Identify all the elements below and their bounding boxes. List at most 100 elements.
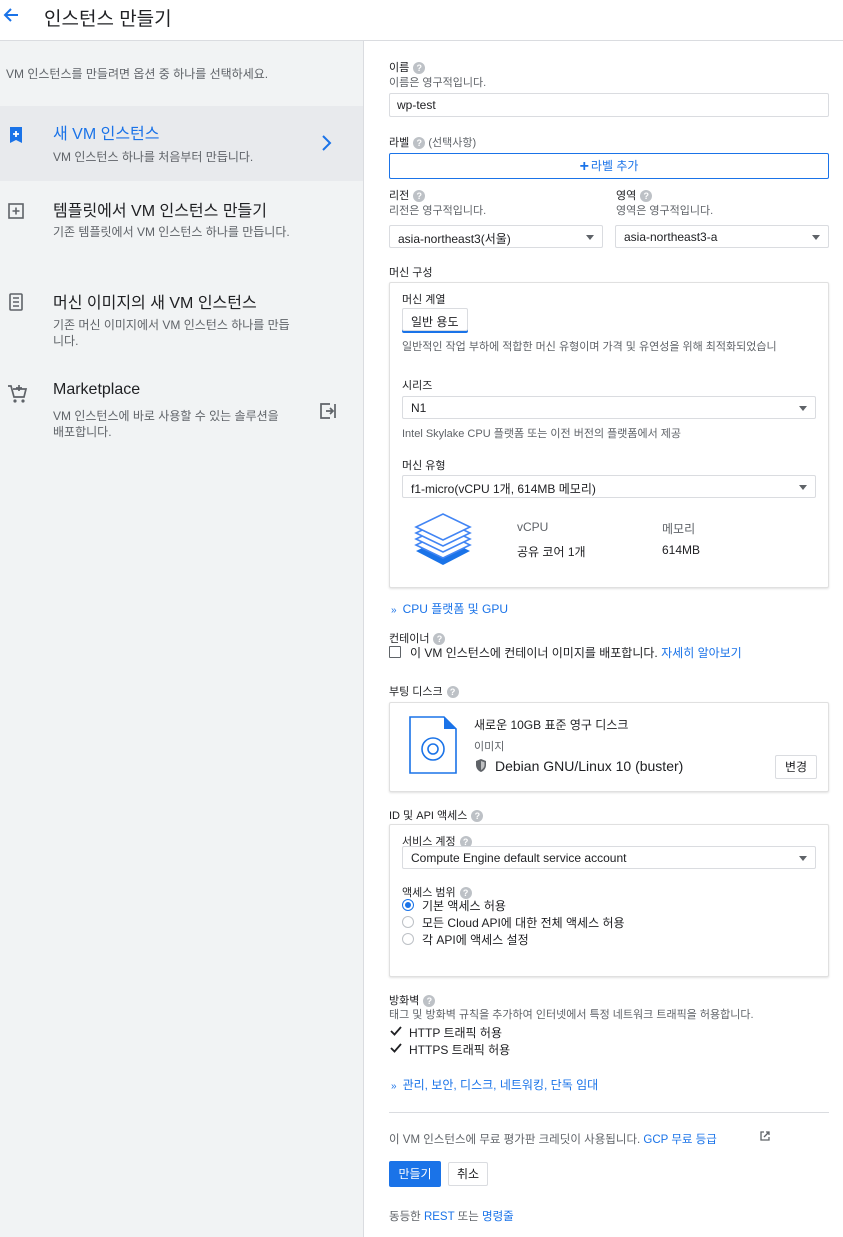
double-chevron-down-icon: » [391, 605, 397, 616]
option-title: 템플릿에서 VM 인스턴스 만들기 [53, 203, 267, 220]
dropdown-caret-icon [799, 406, 807, 411]
series-hint: Intel Skylake CPU 플랫폼 또는 이전 버전의 플랫폼에서 제공 [402, 428, 682, 440]
create-instance-form: 이름? 이름은 영구적입니다. wp-test 라벨? (선택사항) + 라벨 추… [365, 41, 843, 1237]
machine-image-icon [9, 293, 23, 311]
service-account-select[interactable]: Compute Engine default service account [402, 846, 816, 869]
container-checkbox[interactable] [389, 646, 401, 658]
change-boot-disk-button[interactable]: 변경 [775, 755, 817, 779]
memory-header: 메모리 [662, 522, 696, 536]
divider [389, 1112, 829, 1113]
option-from-machine-image[interactable]: 머신 이미지의 새 VM 인스턴스 기존 머신 이미지에서 VM 인스턴스 하나… [0, 281, 363, 361]
boot-disk-title: 새로운 10GB 표준 영구 디스크 [474, 718, 629, 732]
zone-select[interactable]: asia-northeast3-a [615, 225, 829, 248]
access-scope-option-label: 각 API에 액세스 설정 [422, 933, 529, 947]
option-title: Marketplace [53, 381, 141, 398]
identity-api-label: ID 및 API 액세스? [389, 807, 484, 823]
sidebar-intro: VM 인스턴스를 만들려면 옵션 중 하나를 선택하세요. [6, 67, 269, 81]
machine-config-label: 머신 구성 [389, 267, 433, 279]
vcpu-header: vCPU [517, 520, 549, 534]
option-desc: VM 인스턴스 하나를 처음부터 만듭니다. [53, 150, 254, 164]
name-hint: 이름은 영구적입니다. [389, 77, 487, 89]
help-icon[interactable]: ? [471, 810, 484, 823]
container-checkbox-label: 이 VM 인스턴스에 컨테이너 이미지를 배포합니다. 자세히 알아보기 [410, 646, 742, 660]
disk-icon [409, 716, 457, 774]
add-label-button[interactable]: + 라벨 추가 [389, 153, 829, 179]
free-tier-link[interactable]: GCP 무료 등급 [643, 1134, 716, 1146]
vcpu-value: 공유 코어 1개 [517, 545, 586, 559]
chevron-right-icon [322, 135, 332, 151]
credit-notice: 이 VM 인스턴스에 무료 평가판 크레딧이 사용됩니다. GCP 무료 등급 [389, 1134, 717, 1146]
learn-more-link[interactable]: 자세히 알아보기 [661, 646, 742, 660]
series-select[interactable]: N1 [402, 396, 816, 419]
command-line-link[interactable]: 명령줄 [482, 1211, 514, 1223]
machine-family-desc: 일반적인 작업 부하에 적합한 머신 유형이며 가격 및 유연성을 위해 최적화… [402, 341, 777, 353]
cancel-button[interactable]: 취소 [448, 1162, 488, 1186]
cpu-platform-gpu-expander[interactable]: » CPU 플랫폼 및 GPU [391, 600, 508, 617]
help-icon[interactable]: ? [413, 137, 426, 150]
http-checkbox[interactable] [389, 1024, 403, 1038]
help-icon[interactable]: ? [640, 190, 653, 203]
zone-hint: 영역은 영구적입니다. [616, 205, 714, 217]
access-scope-custom-radio[interactable] [402, 933, 414, 945]
name-input[interactable]: wp-test [389, 93, 829, 117]
http-checkbox-label: HTTP 트래픽 허용 [409, 1026, 502, 1040]
option-desc: 기존 머신 이미지에서 VM 인스턴스 하나를 만듭니다. [53, 318, 290, 348]
dropdown-caret-icon [799, 485, 807, 490]
access-scope-default-radio[interactable] [402, 899, 414, 911]
plus-icon: + [579, 158, 589, 175]
option-new-vm-instance[interactable]: 새 VM 인스턴스 VM 인스턴스 하나를 처음부터 만듭니다. [0, 106, 363, 181]
rest-link[interactable]: REST [424, 1211, 454, 1223]
access-scope-option-label: 기본 액세스 허용 [422, 899, 506, 913]
help-icon[interactable]: ? [413, 190, 426, 203]
access-scope-option-label: 모든 Cloud API에 대한 전체 액세스 허용 [422, 916, 625, 930]
equivalent-links: 동등한 REST 또는 명령줄 [389, 1211, 514, 1223]
dropdown-caret-icon [586, 235, 594, 240]
option-desc: VM 인스턴스에 바로 사용할 수 있는 솔루션을 배포합니다. [53, 409, 279, 439]
machine-family-label: 머신 계열 [402, 294, 446, 306]
double-chevron-down-icon: » [391, 1081, 397, 1092]
option-title: 새 VM 인스턴스 [53, 126, 160, 143]
firewall-hint: 태그 및 방화벽 규칙을 추가하여 인터넷에서 특정 네트워크 트래픽을 허용합… [389, 1009, 754, 1021]
identity-api-card: 서비스 계정? Compute Engine default service a… [389, 824, 829, 977]
dropdown-caret-icon [812, 235, 820, 240]
access-scope-full-radio[interactable] [402, 916, 414, 928]
region-select[interactable]: asia-northeast3(서울) [389, 225, 603, 248]
labels-label: 라벨? (선택사항) [389, 137, 477, 150]
name-label: 이름? [389, 59, 426, 75]
back-arrow-icon[interactable] [2, 6, 20, 24]
machine-type-select[interactable]: f1-micro(vCPU 1개, 614MB 메모리) [402, 475, 816, 498]
boot-disk-image-value: Debian GNU/Linux 10 (buster) [495, 758, 684, 774]
boot-disk-label: 부팅 디스크? [389, 683, 459, 699]
option-from-template[interactable]: 템플릿에서 VM 인스턴스 만들기 기존 템플릿에서 VM 인스턴스 하나를 만… [0, 189, 363, 269]
top-bar: 인스턴스 만들기 [0, 0, 843, 41]
open-external-icon [320, 403, 336, 419]
creation-options-sidebar: VM 인스턴스를 만들려면 옵션 중 하나를 선택하세요. 새 VM 인스턴스 … [0, 41, 364, 1237]
machine-config-card: 머신 계열 일반 용도 일반적인 작업 부하에 적합한 머신 유형이며 가격 및… [389, 282, 829, 588]
boot-disk-card: 새로운 10GB 표준 영구 디스크 이미지 Debian GNU/Linux … [389, 702, 829, 792]
memory-value: 614MB [662, 543, 701, 557]
machine-type-label: 머신 유형 [402, 460, 446, 472]
dropdown-caret-icon [799, 856, 807, 861]
zone-label: 영역? [616, 187, 653, 203]
external-link-icon[interactable] [759, 1130, 771, 1142]
shield-icon [476, 759, 486, 772]
page-title: 인스턴스 만들기 [44, 9, 172, 30]
create-button[interactable]: 만들기 [389, 1161, 441, 1187]
help-icon[interactable]: ? [446, 686, 459, 699]
series-label: 시리즈 [402, 380, 433, 392]
region-hint: 리전은 영구적입니다. [389, 205, 487, 217]
option-title: 머신 이미지의 새 VM 인스턴스 [53, 295, 257, 312]
machine-family-general-tab[interactable]: 일반 용도 [402, 308, 468, 331]
help-icon[interactable]: ? [413, 62, 426, 75]
https-checkbox[interactable] [389, 1041, 403, 1055]
new-vm-icon [10, 127, 22, 143]
region-label: 리전? [389, 187, 426, 203]
option-marketplace[interactable]: Marketplace VM 인스턴스에 바로 사용할 수 있는 솔루션을 배포… [0, 373, 363, 453]
advanced-options-expander[interactable]: » 관리, 보안, 디스크, 네트워킹, 단독 임대 [391, 1076, 598, 1093]
option-desc: 기존 템플릿에서 VM 인스턴스 하나를 만듭니다. [53, 225, 290, 239]
machine-stack-icon [414, 513, 472, 565]
cart-icon [8, 385, 28, 403]
https-checkbox-label: HTTPS 트래픽 허용 [409, 1043, 511, 1057]
template-add-icon [8, 203, 24, 219]
boot-disk-image-label: 이미지 [474, 741, 505, 753]
